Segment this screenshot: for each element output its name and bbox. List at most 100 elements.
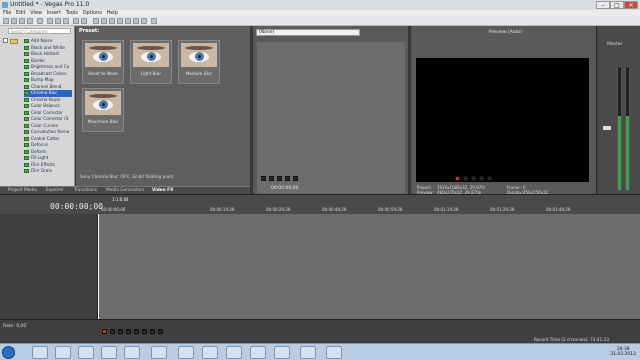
go-to-start-icon[interactable] (150, 329, 155, 334)
trimmer-source-select[interactable]: (None) (256, 29, 360, 36)
playhead-cursor[interactable] (98, 214, 99, 319)
copy-icon[interactable] (55, 18, 61, 24)
snapping-icon[interactable] (93, 18, 99, 24)
effects-list: Add Noise Black and White Block Hottest … (24, 38, 72, 175)
media-player-icon[interactable] (55, 346, 71, 359)
stop-icon[interactable] (277, 176, 282, 181)
play-icon[interactable] (471, 176, 476, 181)
auto-ripple-icon[interactable] (101, 18, 107, 24)
film-icon[interactable] (202, 346, 218, 359)
help-icon[interactable] (151, 18, 157, 24)
effect-icon (24, 169, 29, 173)
preset-thumbnail[interactable]: Maximum Blur (82, 88, 124, 132)
tab-project-media[interactable]: Project Media (8, 188, 37, 193)
maximize-button[interactable]: □ (610, 1, 624, 9)
preset-label: Maximum Blur (87, 119, 119, 124)
effects-category-tree: Search Categories Add Noise Black and Wh… (0, 26, 75, 186)
effect-icon (24, 117, 29, 121)
effect-icon (24, 52, 29, 56)
downloader-icon[interactable] (124, 346, 140, 359)
skype-icon[interactable] (226, 346, 242, 359)
expand-icon[interactable] (3, 38, 8, 43)
render-icon[interactable] (37, 18, 43, 24)
meter-fill (626, 116, 629, 190)
cut-icon[interactable] (47, 18, 53, 24)
redo-icon[interactable] (81, 18, 87, 24)
meter-fill (618, 116, 621, 190)
close-button[interactable]: ✕ (624, 1, 638, 9)
folder-icon (10, 39, 18, 44)
video-preview-panel: Preview (Auto) Project: 1920x1080x32, 29… (410, 26, 596, 195)
prev-frame-icon[interactable] (285, 176, 290, 181)
selection-tool-icon[interactable] (133, 18, 139, 24)
stop-icon[interactable] (142, 329, 147, 334)
start-button[interactable] (2, 346, 15, 359)
normal-edit-tool-icon[interactable] (117, 18, 123, 24)
zoom-tool-icon[interactable] (141, 18, 147, 24)
preset-header: Preset: (79, 28, 100, 34)
undo-icon[interactable] (73, 18, 79, 24)
firefox-icon[interactable] (101, 346, 117, 359)
search-categories-input[interactable]: Search Categories (8, 28, 71, 34)
preset-thumbnail[interactable]: Medium Blur (178, 40, 220, 84)
open-icon[interactable] (11, 18, 17, 24)
pause-icon[interactable] (479, 176, 484, 181)
level-meter-left (617, 66, 622, 191)
window-docking-tabs: Project Media Explorer Transitions Media… (0, 186, 250, 194)
play-icon[interactable] (269, 176, 274, 181)
tools-icon[interactable] (250, 346, 266, 359)
record-icon[interactable] (455, 176, 460, 181)
tab-transitions[interactable]: Transitions (74, 188, 97, 193)
tab-video-fx[interactable]: Video FX (152, 188, 173, 193)
loop-icon[interactable] (463, 176, 468, 181)
pause-icon[interactable] (134, 329, 139, 334)
stop-icon[interactable] (487, 176, 492, 181)
minimize-button[interactable]: – (596, 1, 610, 9)
rate-label: Rate: 0,00 (3, 324, 27, 329)
trimmer-timecode: 00:00:00;00 (271, 186, 299, 191)
tab-media-generators[interactable]: Media Generators (106, 188, 144, 193)
loop-icon[interactable] (261, 176, 266, 181)
media-icon[interactable] (274, 346, 290, 359)
preset-description: Sony Chroma Blur: OFX, 32-bit floating p… (80, 174, 174, 179)
paste-icon[interactable] (63, 18, 69, 24)
effect-icon (24, 71, 29, 76)
ruler-tick: 00:01:29;29 (490, 207, 515, 212)
messenger-icon[interactable] (151, 346, 167, 359)
list-item[interactable]: Film Grain (24, 168, 72, 175)
envelope-tool-icon[interactable] (125, 18, 131, 24)
properties-icon[interactable] (27, 18, 33, 24)
utility-icon[interactable] (300, 346, 316, 359)
play-from-start-icon[interactable] (118, 329, 123, 334)
lock-envelopes-icon[interactable] (109, 18, 115, 24)
effect-icon (24, 104, 29, 108)
system-clock[interactable]: 18:38 31.03.2012 (610, 347, 636, 357)
save-icon[interactable] (19, 18, 25, 24)
play-icon[interactable] (126, 329, 131, 334)
master-bus-panel: Master (596, 26, 640, 194)
timeline-tracks[interactable] (98, 214, 640, 319)
tab-explorer[interactable]: Explorer (46, 188, 64, 193)
vegas-icon[interactable] (178, 346, 194, 359)
record-time: Record Time (2 channels): 73:41:23 (534, 337, 609, 342)
new-icon[interactable] (3, 18, 9, 24)
preset-thumbnail[interactable]: Reset to None (82, 40, 124, 84)
chrome-icon[interactable] (78, 346, 94, 359)
loop-icon[interactable] (110, 329, 115, 334)
explorer-icon[interactable] (32, 346, 48, 359)
next-frame-icon[interactable] (293, 176, 298, 181)
effect-icon (24, 162, 29, 167)
ruler-tick: 00:01:44;29 (546, 207, 571, 212)
preset-thumbnail[interactable]: Light Blur (130, 40, 172, 84)
preset-label: Reset to None (88, 71, 118, 76)
effect-icon (24, 136, 29, 141)
effect-icon (24, 110, 29, 115)
master-fader[interactable] (603, 126, 611, 130)
record-icon[interactable] (102, 329, 107, 334)
go-to-end-icon[interactable] (158, 329, 163, 334)
preview-quality-select[interactable]: Preview (Auto) (489, 30, 522, 35)
loop-region-marker[interactable]: 1:1:0.04 (112, 197, 129, 202)
window-icon[interactable] (326, 346, 342, 359)
windows-taskbar: 18:38 31.03.2012 (0, 343, 640, 360)
effect-icon (24, 123, 29, 128)
